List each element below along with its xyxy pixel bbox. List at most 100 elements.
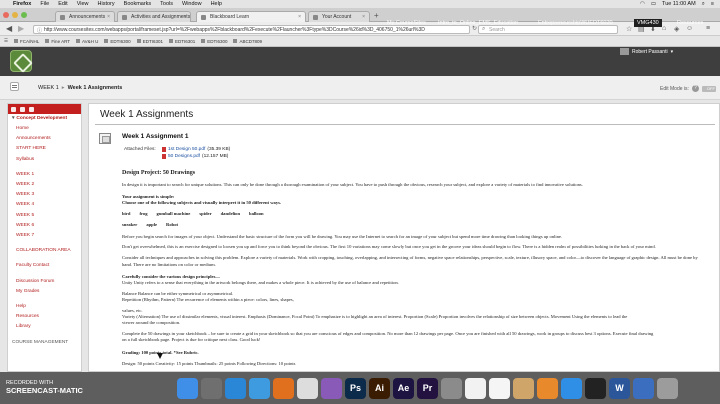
course-menu-title[interactable]: Concept Development — [8, 114, 81, 124]
sidebar-item-library[interactable]: Library — [8, 322, 81, 332]
attachment-2[interactable]: 50 Designs.pdf (12.157 MB) — [162, 154, 228, 159]
most-visited-icon[interactable]: ☰ — [4, 38, 8, 44]
course-management-heading[interactable]: COURSE MANAGEMENT — [8, 338, 81, 348]
menu-app-name[interactable]: Firefox — [13, 1, 31, 7]
sidebar-item-week-5[interactable]: WEEK 5 — [8, 211, 81, 221]
after-effects-icon[interactable]: Ae — [393, 377, 414, 399]
app-store-icon[interactable] — [561, 377, 582, 399]
menu-history[interactable]: History — [98, 1, 115, 7]
illustrator-icon[interactable]: Ai — [369, 377, 390, 399]
add-menu-item-icon[interactable] — [11, 106, 16, 112]
menu-file[interactable]: File — [40, 1, 49, 7]
menu-icon[interactable]: ≡ — [706, 25, 710, 32]
close-window-button[interactable] — [3, 12, 9, 18]
close-tab-icon[interactable]: × — [183, 14, 186, 20]
sidebar-item-week-6[interactable]: WEEK 6 — [8, 221, 81, 231]
attachment-link[interactable]: 1st Design 50.pdf — [168, 147, 205, 152]
close-tab-icon[interactable]: × — [298, 14, 301, 20]
nav-course-vmg430[interactable]: VMG430 — [634, 19, 662, 27]
word-icon[interactable]: W — [609, 377, 630, 399]
menu-view[interactable]: View — [77, 1, 89, 7]
spotlight-icon[interactable]: ⌕ — [702, 1, 705, 8]
bookmark-item[interactable]: FCA/NHL — [14, 39, 39, 44]
safari-icon[interactable] — [225, 377, 246, 399]
notification-center-icon[interactable]: ≡ — [711, 1, 714, 8]
sidebar-item-discussion-forum[interactable]: Discussion Forum — [8, 277, 81, 287]
photos-icon[interactable] — [489, 377, 510, 399]
sidebar-item-week-3[interactable]: WEEK 3 — [8, 190, 81, 200]
close-tab-icon[interactable]: × — [107, 14, 110, 20]
info-icon[interactable]: ⓘ — [37, 27, 42, 33]
sidebar-item-start-here[interactable]: START HERE — [8, 144, 81, 154]
attachment-link[interactable]: 50 Designs.pdf — [168, 154, 200, 159]
sidebar-item-faculty-contact[interactable]: Faculty Contact — [8, 261, 81, 271]
menu-edit[interactable]: Edit — [58, 1, 67, 7]
minimize-window-button[interactable] — [12, 12, 18, 18]
sidebar-item-week-4[interactable]: WEEK 4 — [8, 200, 81, 210]
content-item-title[interactable]: Week 1 Assignment 1 — [122, 133, 188, 140]
clock[interactable]: Tue 11:00 AM — [662, 1, 696, 8]
zoom-window-button[interactable] — [21, 12, 27, 18]
close-tab-icon[interactable]: × — [362, 14, 365, 20]
attachment-1[interactable]: 1st Design 50.pdf (35.39 KB) — [162, 147, 230, 152]
reload-icon[interactable]: ↻ — [472, 25, 477, 32]
sidebar-item-syllabus[interactable]: Syllabus — [8, 155, 81, 165]
menu-toggle-icon[interactable] — [10, 82, 19, 91]
terminal-icon[interactable] — [585, 377, 606, 399]
launchpad-icon[interactable] — [201, 377, 222, 399]
mail-icon[interactable] — [249, 377, 270, 399]
sidebar-item-announcements[interactable]: Announcements — [8, 134, 81, 144]
sidebar-item-week-1[interactable]: WEEK 1 — [8, 170, 81, 180]
back-icon[interactable]: ◀ — [6, 25, 12, 33]
menu-window[interactable]: Window — [182, 1, 202, 7]
battery-icon[interactable]: ▭ — [651, 1, 656, 8]
help-icon[interactable]: ? — [691, 85, 699, 92]
chrome-icon[interactable] — [297, 377, 318, 399]
finder-window-icon[interactable] — [633, 377, 654, 399]
tab-your-account[interactable]: Your Account × — [308, 11, 370, 22]
nav-resources[interactable]: Resources — [677, 20, 703, 26]
home-icon[interactable]: ⌂ — [662, 25, 666, 32]
breadcrumb-course[interactable]: WEEK 1 — [38, 85, 59, 91]
sidebar-item-week-2[interactable]: WEEK 2 — [8, 180, 81, 190]
calendar-icon[interactable] — [465, 377, 486, 399]
photos-app-icon[interactable] — [321, 377, 342, 399]
sidebar-item-help[interactable]: Help — [8, 302, 81, 312]
new-tab-icon[interactable]: + — [374, 11, 379, 20]
bookmark-item[interactable]: EDTI6301 — [137, 39, 163, 44]
nav-my-coursesites[interactable]: My CourseSites — [387, 20, 426, 26]
photoshop-icon[interactable]: Ps — [345, 377, 366, 399]
pocket-icon[interactable]: ◈ — [674, 25, 679, 33]
sync-icon[interactable]: ☺ — [686, 25, 693, 32]
firefox-icon[interactable] — [273, 377, 294, 399]
bookmark-item[interactable]: Fine ART — [45, 39, 70, 44]
menu-help[interactable]: Help — [211, 1, 222, 7]
edit-mode-toggle[interactable]: OFF — [701, 85, 716, 92]
trash-icon[interactable] — [657, 377, 678, 399]
system-preferences-icon[interactable] — [441, 377, 462, 399]
bookmark-star-icon[interactable]: ☆ — [626, 25, 632, 33]
bookmark-item[interactable]: AV&H U — [76, 39, 98, 44]
menu-tools[interactable]: Tools — [160, 1, 173, 7]
url-bar[interactable]: ⓘ http://www.coursesites.com/webapps/port… — [33, 25, 470, 34]
ibooks-icon[interactable] — [537, 377, 558, 399]
sidebar-item-resources[interactable]: Resources — [8, 312, 81, 322]
sidebar-item-collaboration[interactable]: COLLABORATION AREA — [8, 246, 81, 256]
finder-icon[interactable] — [177, 377, 198, 399]
menu-bookmarks[interactable]: Bookmarks — [124, 1, 152, 7]
forward-icon[interactable]: ▶ — [18, 25, 24, 33]
tab-activities-1[interactable]: Activities and Assignments × — [117, 11, 191, 22]
nav-course-entrepreneurship[interactable]: EntrepreneurshipWUEDT6020 — [538, 20, 613, 26]
nav-course-intro-ems[interactable]: Intro_to_Online_EMS_Education — [438, 20, 518, 26]
tab-announcements[interactable]: Announcements × — [55, 11, 115, 22]
view-toggle-icon[interactable] — [29, 106, 34, 112]
bookmark-item[interactable]: EDTI6300 — [201, 39, 227, 44]
wifi-icon[interactable]: ◠ — [640, 1, 645, 8]
search-box[interactable]: ⌕ Search — [478, 25, 618, 34]
refresh-icon[interactable] — [20, 106, 25, 112]
premiere-icon[interactable]: Pr — [417, 377, 438, 399]
user-menu[interactable]: Robert Passanti ▾ — [620, 48, 673, 55]
bookmark-item[interactable]: EDTI6300 — [104, 39, 130, 44]
bookmark-item[interactable]: EDTI6301 — [169, 39, 195, 44]
sidebar-item-home[interactable]: Home — [8, 124, 81, 134]
